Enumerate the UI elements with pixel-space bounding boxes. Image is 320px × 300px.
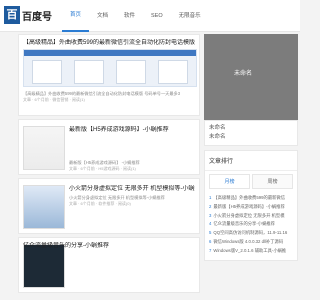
top-navbar: 百 百度号 首页 文档 软件 SEO 无限音乐 <box>0 0 300 32</box>
rank-number: 6 <box>209 238 212 244</box>
nav-music[interactable]: 无限音乐 <box>171 0 209 32</box>
nav-software[interactable]: 软件 <box>116 0 143 32</box>
post-title[interactable]: 最新版【H5养成游戏源码】-小蜗推荐 <box>69 126 195 134</box>
post-meta: 文章 · 6个月前 · 软件推荐 · 阅读(0) <box>69 201 131 206</box>
widget-title: 文章排行 <box>205 151 297 171</box>
thumbnail-panel <box>116 60 146 84</box>
sidebar: 未命名 未命名 未命名 文章排行 月榜 周榜 1 【高级精品】外曲收费599的最新… <box>204 34 298 261</box>
rank-list: 1 【高级精品】外曲收费599的最新微信 2 最新版【H5养成游戏源码】-小蜗推荐 … <box>205 192 297 260</box>
post-thumbnail[interactable] <box>23 185 65 229</box>
post-title[interactable]: 【高级精品】外曲收费599的最新微信引流全自动化防封电话模版，号码单号一天最 <box>23 39 195 47</box>
logo-mark: 百 <box>4 6 20 24</box>
post-meta: 文章 · 6个月前 · H5游戏源码 · 阅读(1) <box>69 166 136 171</box>
post-meta: 文章 · 6个月前 · 微信营销 · 阅读(1) <box>23 97 85 102</box>
thumbnail-panel <box>74 60 104 84</box>
rank-item[interactable]: 1 【高级精品】外曲收费599的最新微信 <box>209 194 293 203</box>
rank-item[interactable]: 4 亿众流量级音乐的分享-小蜗推荐 <box>209 220 293 229</box>
thumbnail-header-bar <box>24 50 196 56</box>
rank-item-title: 最新版【H5养成游戏源码】-小蜗推荐 <box>213 203 285 209</box>
sidebar-link[interactable]: 未命名 <box>209 124 293 133</box>
banner-label: 未命名 <box>234 71 253 77</box>
rank-item-title: 亿众流量级音乐的分享-小蜗推荐 <box>213 221 275 227</box>
rank-number: 4 <box>209 221 212 227</box>
sidebar-banner[interactable]: 未命名 <box>204 34 298 120</box>
rank-item[interactable]: 7 Windows版V_2.0.1.6 辅助工具-小蜗推 <box>209 247 293 256</box>
rank-item[interactable]: 2 最新版【H5养成游戏源码】-小蜗推荐 <box>209 203 293 212</box>
rank-item-title: Windows版V_2.0.1.6 辅助工具-小蜗推 <box>213 247 287 253</box>
thumbnail-panel <box>158 60 188 84</box>
rank-number: 5 <box>209 230 212 236</box>
rank-item[interactable]: 3 小火箭分身虚拟定位 无限多开 机型模 <box>209 212 293 221</box>
rank-widget: 文章排行 月榜 周榜 1 【高级精品】外曲收费599的最新微信 2 最新版【H5养成… <box>204 150 298 261</box>
nav-seo[interactable]: SEO <box>143 0 171 32</box>
site-logo[interactable]: 百 百度号 <box>4 6 52 24</box>
rank-item-title: QQ空间高仿访问机制源码，11.9-11.16 <box>213 230 288 236</box>
rank-number: 3 <box>209 212 212 218</box>
tab-week[interactable]: 周榜 <box>252 174 293 189</box>
post-thumbnail[interactable] <box>23 49 197 87</box>
rank-number: 2 <box>209 203 212 209</box>
rank-item-title: 小火箭分身虚拟定位 无限多开 机型模 <box>213 212 285 218</box>
featured-post[interactable]: 【高级精品】外曲收费599的最新微信引流全自动化防封电话模版，号码单号一天最 【… <box>18 34 200 116</box>
post-thumbnail[interactable] <box>23 244 65 288</box>
rank-item[interactable]: 6 微信Windows版 4.0.0.32 dll补丁源码 <box>209 238 293 247</box>
post-title[interactable]: 小火箭分身虚拟定位 无限多开 机型模拟等-小蜗推荐 <box>69 185 195 193</box>
main-nav: 首页 文档 软件 SEO 无限音乐 <box>62 0 209 32</box>
rank-item[interactable]: 5 QQ空间高仿访问机制源码，11.9-11.16 <box>209 229 293 238</box>
rank-number: 7 <box>209 247 212 253</box>
rank-number: 1 <box>209 195 212 200</box>
post-thumbnail[interactable] <box>23 126 65 170</box>
list-item[interactable]: 小火箭分身虚拟定位 无限多开 机型模拟等-小蜗推荐 小火箭分身虚拟定位 无限多开… <box>18 178 200 234</box>
sidebar-links: 未命名 未命名 <box>204 120 298 146</box>
nav-home[interactable]: 首页 <box>62 0 90 32</box>
rank-item-title: 微信Windows版 4.0.0.32 dll补丁源码 <box>213 238 284 244</box>
rank-item-title: 【高级精品】外曲收费599的最新微信 <box>213 195 286 200</box>
post-list: 【高级精品】外曲收费599的最新微信引流全自动化防封电话模版，号码单号一天最 【… <box>18 34 200 296</box>
sidebar-link[interactable]: 未命名 <box>209 133 293 142</box>
tab-month[interactable]: 月榜 <box>209 174 250 189</box>
logo-text: 百度号 <box>22 12 52 23</box>
list-item[interactable]: 最新版【H5养成游戏源码】-小蜗推荐 最新版【H5养成游戏源码】 -小蜗推荐 文… <box>18 119 200 175</box>
rank-tabs: 月榜 周榜 <box>205 171 297 192</box>
list-item[interactable]: 亿众流量级音乐的分享-小蜗推荐 <box>18 237 200 293</box>
post-title[interactable]: 亿众流量级音乐的分享-小蜗推荐 <box>23 242 195 250</box>
thumbnail-panel <box>32 60 62 84</box>
nav-docs[interactable]: 文档 <box>89 0 116 32</box>
